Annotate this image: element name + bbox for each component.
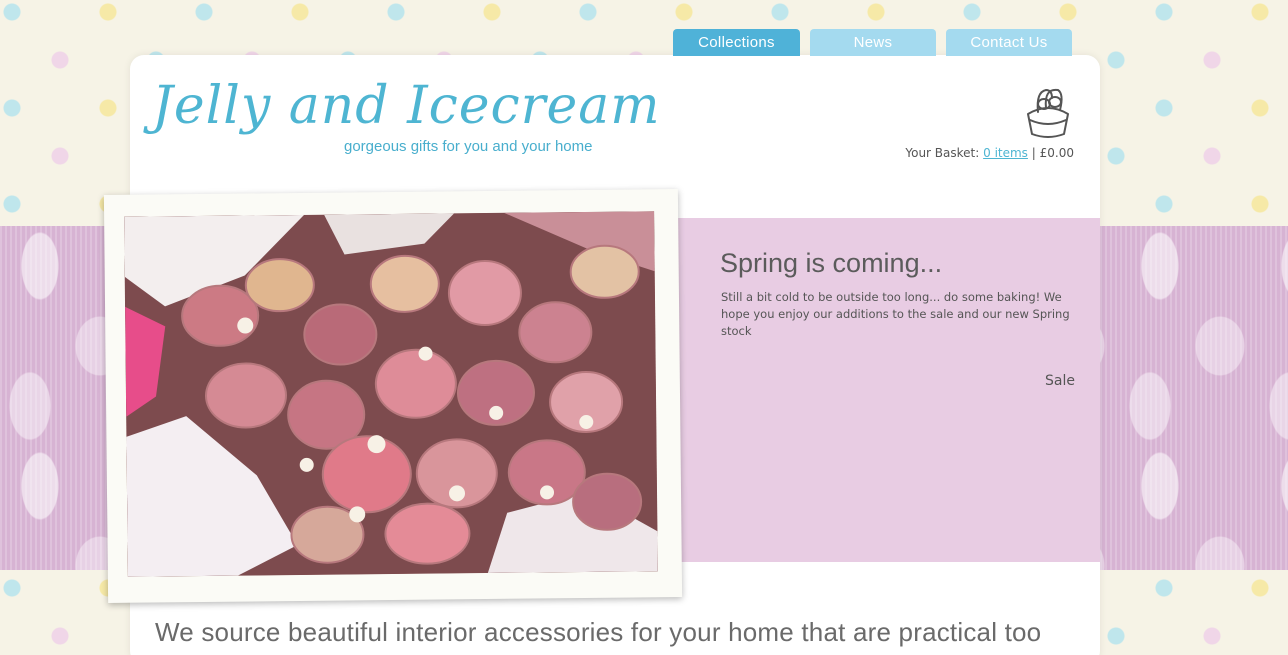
logo-tagline: gorgeous gifts for you and your home	[344, 138, 593, 155]
hero-photo-frame	[103, 189, 683, 603]
hero-photo-cookies[interactable]	[124, 211, 658, 577]
tab-news[interactable]: News	[810, 29, 936, 56]
tab-contact-us[interactable]: Contact Us	[946, 29, 1072, 56]
basket-total: £0.00	[1039, 146, 1074, 160]
site-logo[interactable]: Jelly and Icecream gorgeous gifts for yo…	[152, 76, 661, 155]
logo-title: Jelly and Icecream	[152, 76, 661, 136]
promo-title: Spring is coming...	[720, 248, 943, 278]
intro-tagline: We source beautiful interior accessories…	[155, 617, 1042, 647]
basket-icon[interactable]	[1022, 84, 1074, 140]
basket-separator: |	[1031, 146, 1036, 160]
basket-summary: Your Basket: 0 items | £0.00	[905, 146, 1074, 160]
basket-items-link[interactable]: 0 items	[983, 146, 1028, 160]
promo-sale-link[interactable]: Sale	[1045, 373, 1075, 389]
promo-text: Still a bit cold to be outside too long.…	[721, 290, 1070, 338]
tab-collections[interactable]: Collections	[673, 29, 800, 56]
basket-label: Your Basket:	[905, 146, 980, 160]
main-nav: Collections News Contact Us	[673, 29, 1072, 56]
